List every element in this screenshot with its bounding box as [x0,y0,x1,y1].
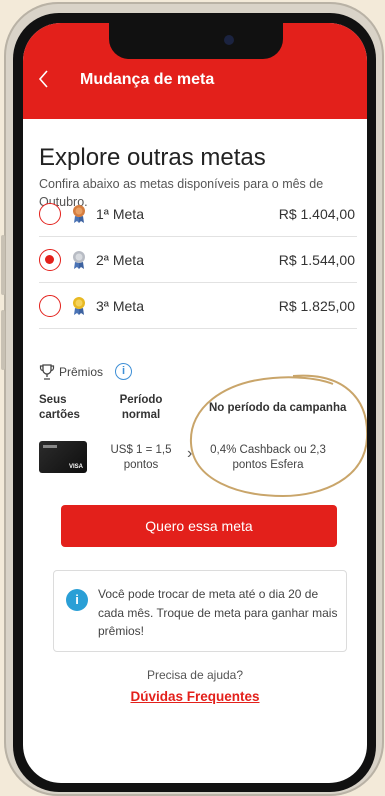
info-icon: i [66,589,88,611]
meta-value: R$ 1.544,00 [278,252,355,268]
meta-option-3[interactable]: 3ª Meta R$ 1.825,00 [39,285,357,329]
radio-button[interactable] [39,203,61,225]
info-note-text: Você pode trocar de meta até o dia 20 de… [98,587,338,638]
help-question: Precisa de ajuda? [146,668,244,682]
meta-option-1[interactable]: 1ª Meta R$ 1.404,00 [39,193,357,237]
meta-option-2[interactable]: 2ª Meta R$ 1.544,00 [39,239,357,283]
info-icon[interactable]: i [115,363,132,380]
back-button[interactable] [37,69,57,93]
page-title: Mudança de meta [80,71,215,88]
column-header-cards: Seus cartões [39,394,80,421]
info-note: i Você pode trocar de meta até o dia 20 … [53,570,347,652]
camera-icon [224,35,234,45]
phone-side-button [1,310,5,370]
column-header-normal: Período normal [119,394,163,421]
app-screen: Mudança de meta Explore outras metas Con… [23,23,367,783]
quero-essa-meta-button[interactable]: Quero essa meta [61,505,337,547]
phone-notch [109,23,283,59]
section-heading: Explore outras metas [39,144,266,171]
radio-button[interactable] [39,295,61,317]
highlight-circle-annotation [189,374,367,498]
credit-card-image: VISA [39,441,87,473]
meta-value: R$ 1.404,00 [278,206,355,222]
chevron-left-icon [38,70,48,88]
normal-period-value: US$ 1 = 1,5 pontos [110,444,172,471]
premios-label: Prêmios [59,365,104,379]
meta-label: 1ª Meta [96,206,144,222]
meta-label: 3ª Meta [96,298,144,314]
phone-side-button [1,235,5,295]
radio-button-selected[interactable] [39,249,61,271]
visa-logo: VISA [68,464,83,470]
silver-medal-icon [73,251,85,269]
trophy-icon [39,364,55,380]
card-logo [43,445,57,448]
bronze-medal-icon [73,205,85,223]
gold-medal-icon [73,297,85,315]
meta-value: R$ 1.825,00 [278,298,355,314]
meta-label: 2ª Meta [96,252,144,268]
faq-link[interactable]: Dúvidas Frequentes [23,689,367,704]
